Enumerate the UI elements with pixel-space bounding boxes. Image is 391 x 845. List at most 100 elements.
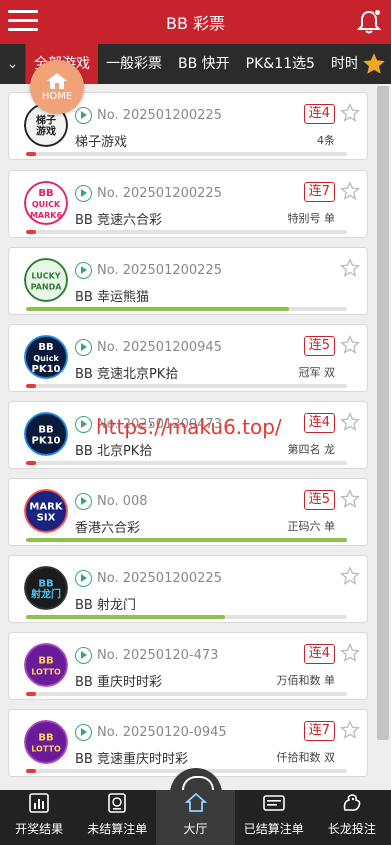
streak-badge: 连4 bbox=[303, 644, 335, 664]
home-icon bbox=[184, 790, 207, 816]
lottery-card[interactable]: BB QUICK MARK6 No. 202501200225 BB 竞速六合彩 连7 特别… bbox=[8, 170, 368, 238]
countdown-progress-fill bbox=[26, 692, 36, 696]
streak-badge: 连5 bbox=[303, 490, 335, 510]
bell-icon[interactable] bbox=[356, 9, 382, 35]
countdown-progress bbox=[26, 307, 347, 311]
favorite-star-icon[interactable] bbox=[340, 643, 360, 667]
nav-settled-bets[interactable]: 已结算注单 bbox=[235, 790, 313, 845]
last-result: 特别号 单 bbox=[287, 212, 336, 225]
favorite-star-icon[interactable] bbox=[340, 412, 360, 436]
play-icon[interactable] bbox=[75, 493, 92, 510]
menu-icon[interactable] bbox=[8, 10, 38, 34]
tab-ssc[interactable]: 时时彩 bbox=[323, 44, 357, 84]
lottery-card[interactable]: BB LOTTO No. 20250120-0945 BB 竞速重庆时时彩 连7 仟拾和数… bbox=[8, 709, 368, 777]
play-icon[interactable] bbox=[75, 647, 92, 664]
svg-text:PK10: PK10 bbox=[32, 364, 61, 375]
tab-bb-quick[interactable]: BB 快开 bbox=[170, 44, 238, 84]
svg-text:LUCKY: LUCKY bbox=[31, 272, 60, 281]
lottery-name: BB 射龙门 bbox=[75, 598, 136, 613]
last-result: 第四名 龙 bbox=[287, 443, 336, 456]
dragon-gate-logo: BB 射龙门 bbox=[24, 566, 68, 610]
play-icon[interactable] bbox=[75, 724, 92, 741]
svg-text:Quick: Quick bbox=[33, 354, 59, 363]
svg-text:LOTTO: LOTTO bbox=[31, 745, 61, 754]
tab-general-lottery[interactable]: 一般彩票 bbox=[98, 44, 170, 84]
streak-badge: 连4 bbox=[303, 104, 335, 124]
svg-text:MARK: MARK bbox=[29, 502, 63, 513]
issue-number: No. 202501200225 bbox=[97, 571, 222, 586]
lottery-name: BB 竞速重庆时时彩 bbox=[75, 752, 188, 767]
lottery-name: BB 幸运熊猫 bbox=[75, 290, 149, 305]
home-label: HOME bbox=[41, 91, 73, 102]
countdown-progress bbox=[26, 384, 347, 388]
streak-badge: 连7 bbox=[303, 182, 335, 202]
nav-label: 已结算注单 bbox=[243, 822, 304, 836]
favorite-star-icon[interactable] bbox=[340, 181, 360, 205]
favorites-star-icon[interactable] bbox=[357, 44, 391, 84]
svg-text:游戏: 游戏 bbox=[36, 125, 56, 138]
svg-text:BB: BB bbox=[38, 733, 53, 744]
play-icon[interactable] bbox=[75, 339, 92, 356]
svg-text:BB: BB bbox=[38, 342, 53, 353]
svg-text:MARK6: MARK6 bbox=[30, 211, 63, 220]
play-icon[interactable] bbox=[75, 262, 92, 279]
play-icon[interactable] bbox=[75, 107, 92, 124]
countdown-progress bbox=[26, 152, 347, 156]
svg-text:BB: BB bbox=[38, 188, 53, 199]
play-icon[interactable] bbox=[75, 185, 92, 202]
home-icon bbox=[47, 73, 67, 89]
issue-number: No. 20250120-473 bbox=[97, 648, 219, 663]
home-float-button[interactable]: HOME bbox=[30, 60, 84, 114]
countdown-progress-fill bbox=[26, 538, 347, 542]
lottery-card[interactable]: BB LOTTO No. 20250120-473 BB 重庆时时彩 连4 万佰和数 单 bbox=[8, 632, 368, 700]
countdown-progress-fill bbox=[26, 152, 36, 156]
issue-number: No. 202501200945 bbox=[97, 340, 222, 355]
favorite-star-icon[interactable] bbox=[340, 566, 360, 590]
play-icon[interactable] bbox=[75, 570, 92, 587]
lottery-card[interactable]: BB 射龙门 No. 202501200225 BB 射龙门 bbox=[8, 555, 368, 623]
chevron-down-icon[interactable]: ⌄ bbox=[0, 44, 26, 84]
svg-text:LOTTO: LOTTO bbox=[31, 668, 61, 677]
nav-label: 开奖结果 bbox=[15, 822, 64, 836]
nav-label: 大厅 bbox=[183, 822, 208, 836]
streak-badge: 连7 bbox=[303, 721, 335, 741]
nav-label: 未结算注单 bbox=[87, 822, 148, 836]
svg-text:PK10: PK10 bbox=[32, 436, 61, 447]
page-title: BB 彩票 bbox=[165, 14, 226, 33]
svg-text:PANDA: PANDA bbox=[31, 283, 63, 292]
nav-draw-results[interactable]: 开奖结果 bbox=[0, 790, 78, 845]
lottery-name: BB 竞速北京PK拾 bbox=[75, 367, 179, 382]
svg-text:梯子: 梯子 bbox=[36, 114, 56, 127]
scrollbar-thumb[interactable] bbox=[377, 86, 389, 740]
quick-pk10-logo: BB Quick PK10 bbox=[24, 335, 68, 379]
last-result: 冠军 双 bbox=[298, 366, 336, 379]
countdown-progress bbox=[26, 538, 347, 542]
favorite-star-icon[interactable] bbox=[340, 335, 360, 359]
nav-long-dragon[interactable]: 长龙投注 bbox=[313, 790, 391, 845]
favorite-star-icon[interactable] bbox=[340, 720, 360, 744]
lottery-name: BB 北京PK拾 bbox=[75, 444, 153, 459]
play-icon[interactable] bbox=[75, 416, 92, 433]
issue-number: No. 008 bbox=[97, 494, 148, 509]
svg-text:BB: BB bbox=[38, 656, 53, 667]
nav-label: 长龙投注 bbox=[327, 822, 376, 836]
issue-number: No. 202501200225 bbox=[97, 263, 222, 278]
chart-icon bbox=[28, 790, 50, 816]
lottery-name: 香港六合彩 bbox=[75, 521, 141, 536]
countdown-progress bbox=[26, 615, 347, 619]
nav-pending-bets[interactable]: 未结算注单 bbox=[78, 790, 156, 845]
lottery-card[interactable]: LUCKY PANDA No. 202501200225 BB 幸运熊猫 bbox=[8, 247, 368, 315]
favorite-star-icon[interactable] bbox=[340, 103, 360, 127]
svg-text:QUICK: QUICK bbox=[32, 200, 61, 209]
countdown-progress bbox=[26, 230, 347, 234]
watermark-text: https://maku6.top/ bbox=[96, 415, 282, 439]
favorite-star-icon[interactable] bbox=[340, 258, 360, 282]
lottery-card[interactable]: BB Quick PK10 No. 202501200945 BB 竞速北京PK拾 连5 冠… bbox=[8, 324, 368, 392]
nav-lobby[interactable]: 大厅 bbox=[156, 790, 235, 845]
lottery-card[interactable]: MARK SIX No. 008 香港六合彩 连5 正码六 单 bbox=[8, 478, 368, 546]
svg-text:射龙门: 射龙门 bbox=[30, 588, 61, 601]
countdown-progress-fill bbox=[26, 230, 36, 234]
tab-pk-11x5[interactable]: PK&11选5 bbox=[238, 44, 323, 84]
favorite-star-icon[interactable] bbox=[340, 489, 360, 513]
last-result: 正码六 单 bbox=[287, 520, 336, 533]
